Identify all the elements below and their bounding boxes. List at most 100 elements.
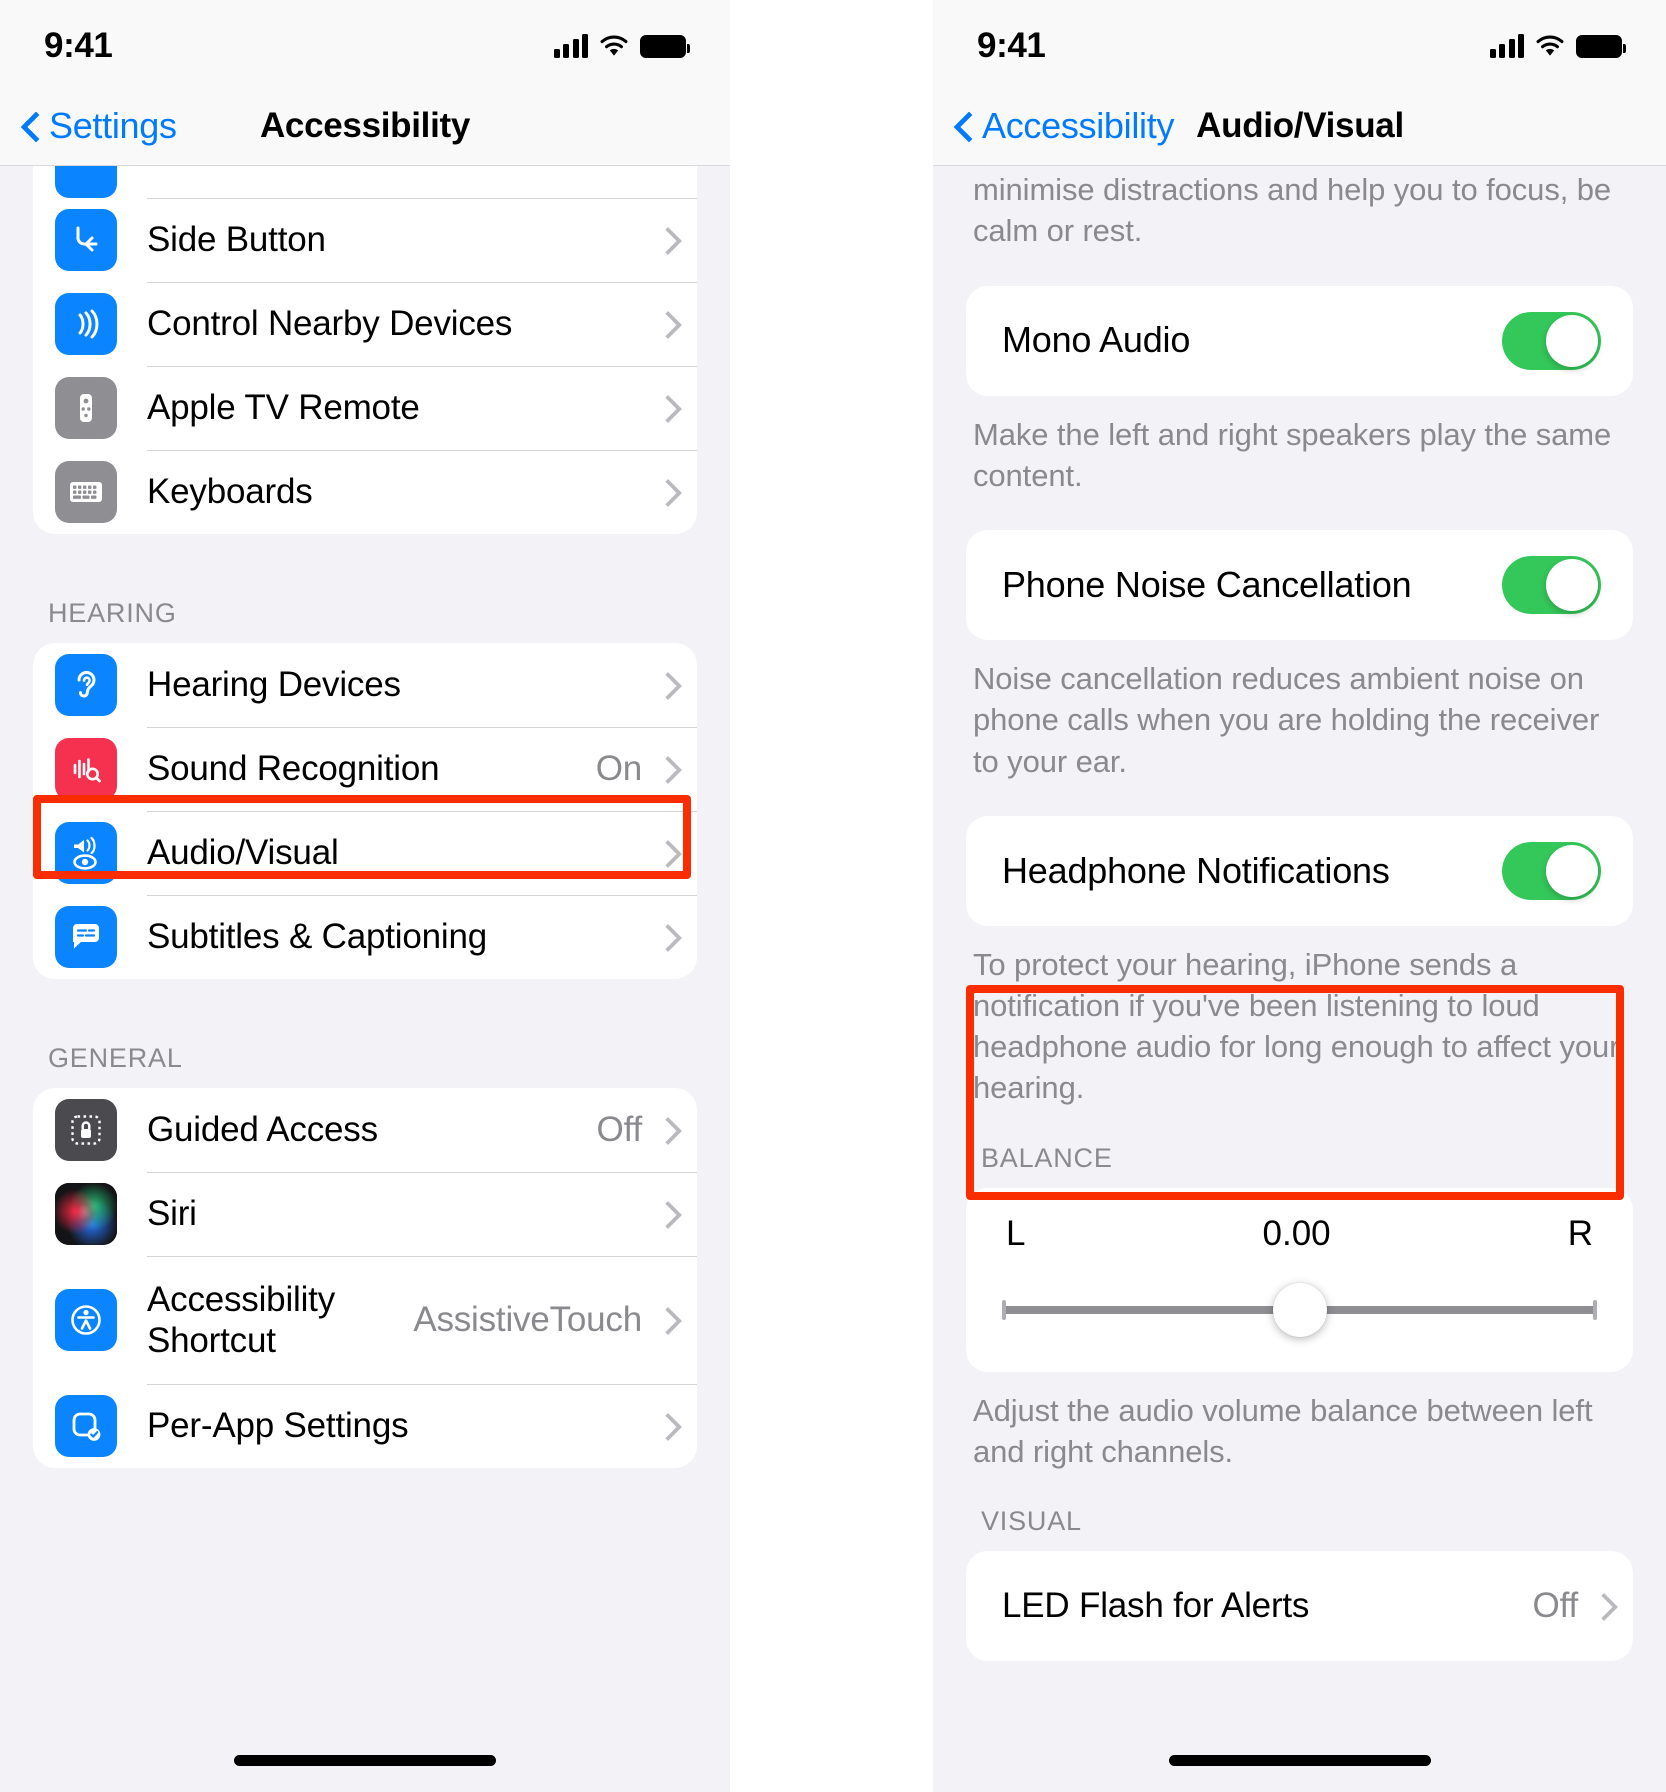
- chevron-right-icon: [658, 1307, 673, 1333]
- home-indicator: [234, 1755, 496, 1766]
- sidebar-item-label: Apple TV Remote: [147, 388, 420, 428]
- chevron-right-icon: [658, 1117, 673, 1143]
- battery-full-icon: [640, 34, 690, 58]
- sidebar-item-label: Subtitles & Captioning: [147, 917, 487, 957]
- status-icon-group: [1489, 28, 1626, 58]
- setting-value: Off: [1532, 1586, 1579, 1626]
- control-nearby-devices-icon: [55, 293, 117, 355]
- list-item-partial[interactable]: [33, 166, 697, 198]
- phone-noise-cancellation-footnote: Noise cancellation reduces ambient noise…: [973, 661, 1600, 779]
- sidebar-item-label: Control Nearby Devices: [147, 304, 513, 344]
- setting-row-mono-audio[interactable]: Mono Audio: [966, 286, 1633, 396]
- slider-tick-right: [1593, 1299, 1597, 1320]
- sidebar-item-keyboards[interactable]: Keyboards: [33, 450, 697, 534]
- setting-label: Mono Audio: [1002, 319, 1191, 361]
- cellular-signal-icon: [553, 34, 588, 58]
- mono-audio-toggle[interactable]: [1502, 311, 1601, 370]
- sidebar-item-label: Per-App Settings: [147, 1406, 409, 1446]
- sidebar-item-per-app-settings[interactable]: Per-App Settings: [33, 1384, 697, 1468]
- partial-icon: [55, 166, 117, 198]
- balance-right-label: R: [1567, 1213, 1593, 1253]
- sidebar-item-guided-access[interactable]: Guided Access Off: [33, 1088, 697, 1172]
- section-header-hearing: HEARING: [48, 598, 177, 628]
- headphone-notifications-group: Headphone Notifications: [966, 815, 1633, 926]
- right-scroll-content[interactable]: environmental noise. These sounds can mi…: [933, 166, 1666, 1792]
- siri-orb-icon: [55, 1183, 117, 1245]
- side-button-icon: [55, 209, 117, 271]
- chevron-right-icon: [658, 395, 673, 421]
- status-time: 9:41: [977, 26, 1046, 65]
- balance-slider[interactable]: [1002, 1282, 1597, 1337]
- sidebar-item-subtitles-captioning[interactable]: Subtitles & Captioning: [33, 895, 697, 979]
- subtitles-icon: [55, 906, 117, 968]
- back-button-label: Settings: [49, 104, 177, 146]
- right-status-bar: 9:41: [933, 0, 1666, 86]
- chevron-right-icon: [658, 479, 673, 505]
- sidebar-item-label: Accessibility Shortcut: [147, 1279, 336, 1360]
- left-phone-screen: 9:41 Settings Accessibility Side Button …: [0, 0, 733, 1792]
- page-title: Accessibility: [259, 105, 471, 145]
- headphone-notifications-toggle[interactable]: [1502, 841, 1601, 900]
- sidebar-item-label: Keyboards: [147, 472, 313, 512]
- back-button-label: Accessibility: [982, 104, 1175, 146]
- siri-orb-gradient: [55, 1183, 117, 1245]
- phone-noise-cancellation-group: Phone Noise Cancellation: [966, 530, 1633, 641]
- headphone-notifications-footnote: To protect your hearing, iPhone sends a …: [973, 946, 1620, 1106]
- phone-noise-cancellation-toggle[interactable]: [1502, 556, 1601, 615]
- home-indicator: [1168, 1755, 1431, 1766]
- slider-thumb[interactable]: [1272, 1282, 1327, 1337]
- section-header-visual: VISUAL: [981, 1506, 1082, 1537]
- sidebar-item-label: Guided Access: [147, 1110, 378, 1150]
- status-icon-group: [553, 28, 690, 58]
- sidebar-item-audio-visual[interactable]: Audio/Visual: [33, 811, 697, 895]
- chevron-right-icon: [658, 672, 673, 698]
- right-nav-bar: Accessibility Audio/Visual: [933, 86, 1666, 166]
- sidebar-item-hearing-devices[interactable]: Hearing Devices: [33, 643, 697, 727]
- per-app-settings-icon: [55, 1395, 117, 1457]
- back-button[interactable]: Accessibility: [955, 105, 1174, 147]
- chevron-right-icon: [658, 840, 673, 866]
- left-status-bar: 9:41: [0, 0, 730, 86]
- chevron-right-icon: [658, 227, 673, 253]
- wifi-icon: [1535, 35, 1565, 58]
- balance-value: 0.00: [1262, 1213, 1331, 1253]
- sidebar-item-control-nearby-devices[interactable]: Control Nearby Devices: [33, 282, 697, 366]
- slider-tick-left: [1002, 1299, 1006, 1320]
- balance-footnote: Adjust the audio volume balance between …: [973, 1392, 1593, 1469]
- sidebar-item-side-button[interactable]: Side Button: [33, 198, 697, 282]
- sidebar-item-label: Sound Recognition: [147, 749, 440, 789]
- toggle-knob: [1546, 844, 1598, 897]
- sidebar-item-accessibility-shortcut[interactable]: Accessibility Shortcut AssistiveTouch: [33, 1256, 697, 1384]
- left-scroll-content[interactable]: Side Button Control Nearby Devices Apple…: [0, 166, 730, 1792]
- setting-row-headphone-notifications[interactable]: Headphone Notifications: [966, 816, 1633, 926]
- mono-audio-group: Mono Audio: [966, 285, 1633, 396]
- apple-tv-remote-icon: [55, 377, 117, 439]
- setting-row-led-flash-for-alerts[interactable]: LED Flash for Alerts Off: [966, 1551, 1633, 1661]
- clipped-footnote: environmental noise. These sounds can mi…: [973, 172, 1612, 249]
- setting-label: Phone Noise Cancellation: [1002, 563, 1412, 605]
- sidebar-item-value: AssistiveTouch: [413, 1300, 642, 1339]
- guided-access-lock-icon: [55, 1099, 117, 1161]
- chevron-left-icon: [955, 112, 971, 140]
- back-button[interactable]: Settings: [22, 105, 177, 147]
- sidebar-item-value: Off: [596, 1110, 643, 1149]
- sidebar-item-label: Audio/Visual: [147, 833, 339, 873]
- setting-label: LED Flash for Alerts: [1002, 1586, 1310, 1626]
- sidebar-item-siri[interactable]: Siri: [33, 1172, 697, 1256]
- sidebar-item-apple-tv-remote[interactable]: Apple TV Remote: [33, 366, 697, 450]
- keyboard-icon: [55, 461, 117, 523]
- balance-readout: L 0.00 R: [1002, 1214, 1597, 1254]
- sidebar-item-sound-recognition[interactable]: Sound Recognition On: [33, 727, 697, 811]
- sidebar-item-value: On: [595, 749, 642, 788]
- ear-icon: [55, 654, 117, 716]
- setting-row-phone-noise-cancellation[interactable]: Phone Noise Cancellation: [966, 530, 1633, 640]
- right-phone-screen: 9:41 Accessibility Audio/Visual environm…: [933, 0, 1666, 1792]
- sidebar-item-label: Siri: [147, 1194, 197, 1234]
- chevron-right-icon: [658, 1413, 673, 1439]
- chevron-right-icon: [1594, 1593, 1609, 1619]
- general-group: Guided Access Off Siri Accessibility Sho…: [33, 1088, 697, 1468]
- cellular-signal-icon: [1489, 34, 1524, 58]
- chevron-right-icon: [658, 311, 673, 337]
- audio-visual-icon: [55, 822, 117, 884]
- left-nav-bar: Settings Accessibility: [0, 86, 730, 166]
